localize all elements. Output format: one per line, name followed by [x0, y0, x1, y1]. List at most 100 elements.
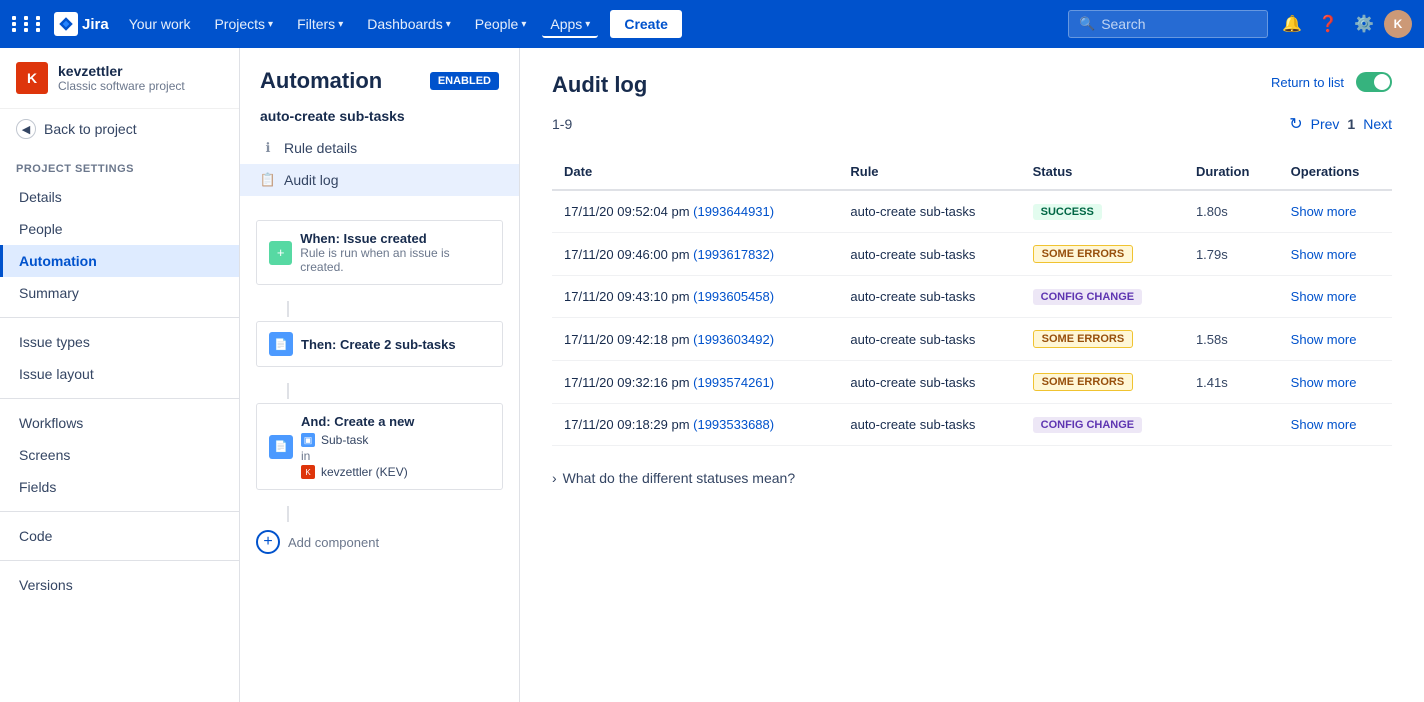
run-id-link[interactable]: (1993617832) [693, 247, 774, 262]
sidebar-item-versions[interactable]: Versions [0, 569, 239, 601]
projects-nav[interactable]: Projects ▾ [206, 10, 281, 38]
col-status: Status [1021, 154, 1184, 190]
sidebar-divider-fields [0, 511, 239, 512]
search-input[interactable] [1101, 16, 1241, 32]
right-panel: Audit log Return to list 1-9 [520, 48, 1424, 702]
sidebar-item-issue-types[interactable]: Issue types [0, 326, 239, 358]
status-cell-2: CONFIG CHANGE [1021, 276, 1184, 318]
action-1-title: Then: Create 2 sub-tasks [301, 337, 456, 352]
action-step-2-header[interactable]: 📄 And: Create a new ▣ Sub-task in K [256, 403, 503, 490]
search-bar[interactable]: 🔍 [1068, 10, 1268, 38]
subtask-in: in [301, 449, 414, 463]
sidebar-item-fields[interactable]: Fields [0, 471, 239, 503]
duration-cell-0: 1.80s [1184, 190, 1279, 233]
your-work-nav[interactable]: Your work [121, 10, 199, 38]
back-icon: ◀ [16, 119, 36, 139]
show-more-link[interactable]: Show more [1291, 375, 1357, 390]
project-icon-small: K [301, 465, 315, 479]
back-to-project[interactable]: ◀ Back to project [0, 109, 239, 149]
trigger-step-content: When: Issue created Rule is run when an … [300, 231, 490, 274]
enabled-toggle[interactable] [1356, 72, 1392, 92]
sidebar-item-automation[interactable]: Automation [0, 245, 239, 277]
project-name-step: kevzettler (KEV) [321, 465, 408, 479]
projects-caret: ▾ [268, 19, 273, 30]
sidebar-divider-issue-layout [0, 398, 239, 399]
project-row: K kevzettler (KEV) [301, 465, 414, 479]
sidebar-item-issue-layout[interactable]: Issue layout [0, 358, 239, 390]
rule-nav-audit[interactable]: 📋 Audit log [240, 164, 519, 196]
sidebar-item-summary[interactable]: Summary [0, 277, 239, 309]
trigger-step: + When: Issue created Rule is run when a… [256, 220, 503, 285]
date-cell-2: 17/11/20 09:43:10 pm (1993605458) [552, 276, 838, 318]
trigger-step-header[interactable]: + When: Issue created Rule is run when a… [256, 220, 503, 285]
sidebar-item-code[interactable]: Code [0, 520, 239, 552]
page-title: Automation [260, 68, 382, 94]
run-id-link[interactable]: (1993533688) [693, 417, 774, 432]
run-id-link[interactable]: (1993644931) [693, 204, 774, 219]
rule-nav-details[interactable]: ℹ Rule details [240, 132, 519, 164]
audit-count: 1-9 [552, 116, 572, 132]
sidebar-item-screens[interactable]: Screens [0, 439, 239, 471]
apps-grid-icon[interactable] [12, 16, 46, 32]
rule-nav: ℹ Rule details 📋 Audit log [240, 124, 519, 204]
audit-log-title: Audit log [552, 72, 647, 98]
jira-logo[interactable]: Jira [54, 12, 109, 36]
dashboards-nav[interactable]: Dashboards ▾ [359, 10, 459, 38]
notifications-button[interactable]: 🔔 [1276, 8, 1308, 40]
col-duration: Duration [1184, 154, 1279, 190]
rule-cell-2: auto-create sub-tasks [838, 276, 1020, 318]
add-component-button[interactable]: + [256, 530, 280, 554]
statuses-help-toggle[interactable]: › What do the different statuses mean? [552, 470, 1392, 486]
status-badge: SOME ERRORS [1033, 245, 1134, 263]
next-button[interactable]: Next [1363, 116, 1392, 132]
operations-cell-4: Show more [1279, 361, 1392, 404]
audit-log-icon: 📋 [260, 172, 276, 188]
show-more-link[interactable]: Show more [1291, 332, 1357, 347]
rule-nav-audit-label: Audit log [284, 172, 338, 188]
subtask-row: ▣ Sub-task [301, 433, 414, 447]
run-id-link[interactable]: (1993603492) [693, 332, 774, 347]
prev-button[interactable]: Prev [1311, 116, 1340, 132]
date-cell-3: 17/11/20 09:42:18 pm (1993603492) [552, 318, 838, 361]
action-2-title: And: Create a new [301, 414, 414, 429]
show-more-link[interactable]: Show more [1291, 247, 1357, 262]
sidebar-item-workflows[interactable]: Workflows [0, 407, 239, 439]
status-cell-5: CONFIG CHANGE [1021, 404, 1184, 446]
sidebar-item-details[interactable]: Details [0, 181, 239, 213]
project-info: kevzettler Classic software project [58, 63, 185, 93]
action-step-1-header[interactable]: 📄 Then: Create 2 sub-tasks [256, 321, 503, 367]
jira-logo-text: Jira [82, 16, 109, 33]
settings-button[interactable]: ⚙️ [1348, 8, 1380, 40]
avatar[interactable]: K [1384, 10, 1412, 38]
date-cell-0: 17/11/20 09:52:04 pm (1993644931) [552, 190, 838, 233]
action-step-2: 📄 And: Create a new ▣ Sub-task in K [256, 403, 503, 490]
apps-nav[interactable]: Apps ▾ [542, 10, 598, 38]
run-id-link[interactable]: (1993574261) [693, 375, 774, 390]
create-button[interactable]: Create [610, 10, 682, 38]
duration-cell-1: 1.79s [1184, 233, 1279, 276]
people-nav[interactable]: People ▾ [467, 10, 535, 38]
rule-cell-1: auto-create sub-tasks [838, 233, 1020, 276]
left-panel-header: Automation ENABLED [240, 48, 519, 94]
audit-table-body: 17/11/20 09:52:04 pm (1993644931)auto-cr… [552, 190, 1392, 446]
show-more-link[interactable]: Show more [1291, 204, 1357, 219]
help-button[interactable]: ❓ [1312, 8, 1344, 40]
action-2-icon: 📄 [269, 435, 293, 459]
action-2-content: And: Create a new ▣ Sub-task in K kevzet… [301, 414, 414, 479]
show-more-link[interactable]: Show more [1291, 289, 1357, 304]
date-text: 17/11/20 09:42:18 pm [564, 332, 693, 347]
date-text: 17/11/20 09:52:04 pm [564, 204, 693, 219]
rule-cell-5: auto-create sub-tasks [838, 404, 1020, 446]
date-cell-4: 17/11/20 09:32:16 pm (1993574261) [552, 361, 838, 404]
action-1-content: Then: Create 2 sub-tasks [301, 337, 456, 352]
return-to-list-link[interactable]: Return to list [1271, 75, 1344, 90]
sidebar-item-people[interactable]: People [0, 213, 239, 245]
filters-nav[interactable]: Filters ▾ [289, 10, 351, 38]
duration-cell-4: 1.41s [1184, 361, 1279, 404]
duration-cell-2 [1184, 276, 1279, 318]
refresh-button[interactable]: ↻ [1289, 114, 1302, 134]
run-id-link[interactable]: (1993605458) [693, 289, 774, 304]
apps-caret: ▾ [585, 19, 590, 30]
show-more-link[interactable]: Show more [1291, 417, 1357, 432]
connector-1 [256, 297, 503, 321]
